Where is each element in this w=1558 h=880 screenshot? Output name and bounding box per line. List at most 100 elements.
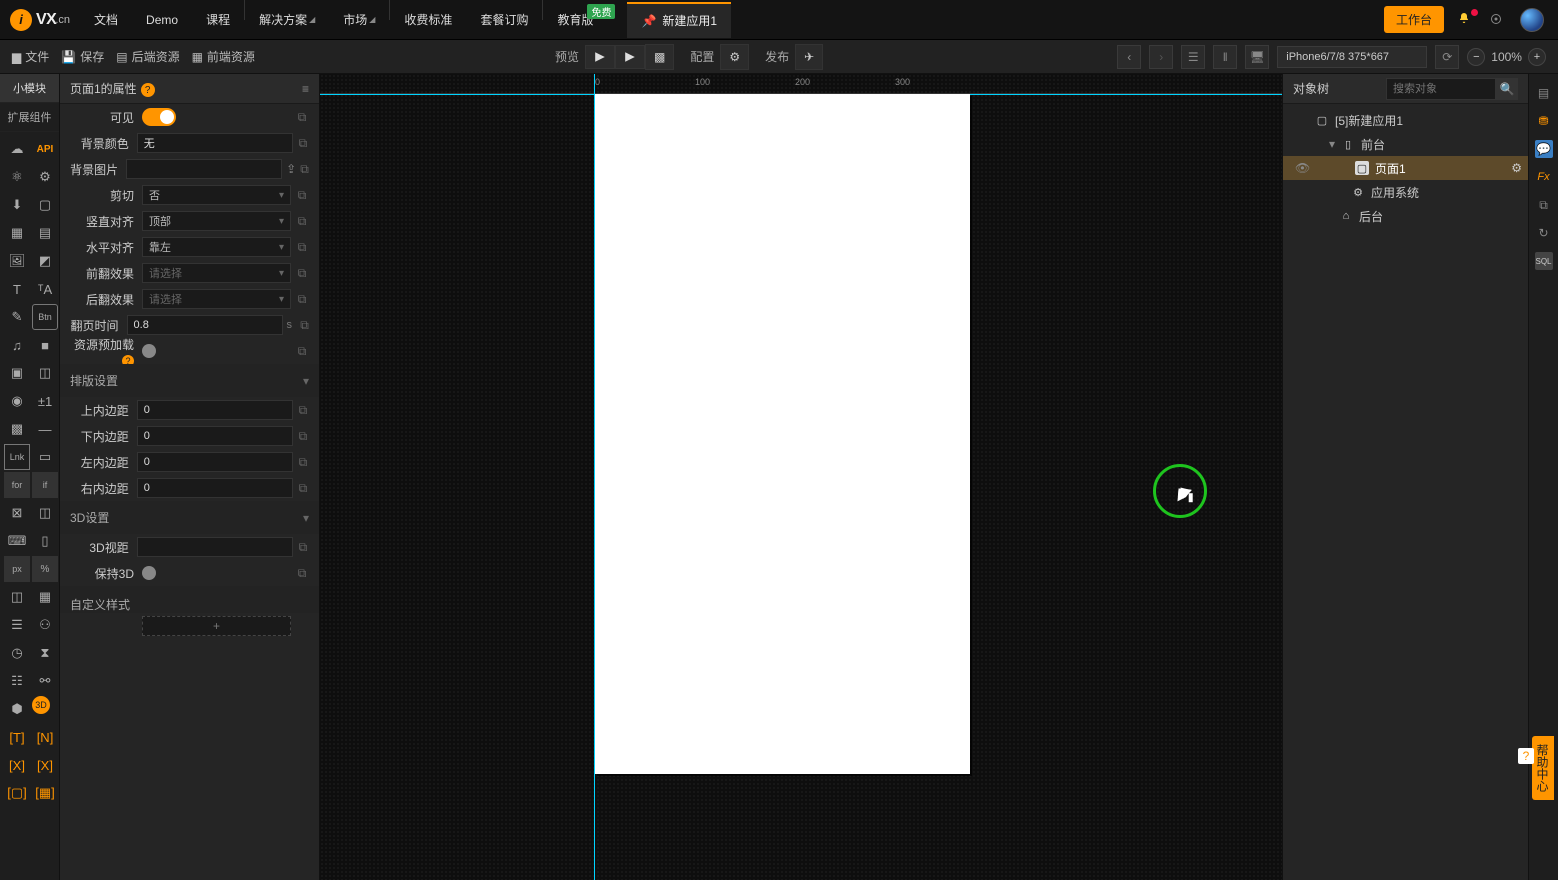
tool-tab-modules[interactable]: 小模块	[0, 74, 59, 103]
qr-button[interactable]: ▩	[645, 44, 674, 70]
section-3d[interactable]: 3D设置▾	[60, 501, 319, 534]
add-style-button[interactable]: +	[142, 616, 291, 636]
tree-page[interactable]: 👁 ▢ 页面1 ⚙	[1283, 156, 1528, 180]
orient-icon[interactable]: ⟳	[1435, 45, 1459, 69]
tool-edit-icon[interactable]: ✎	[4, 304, 30, 330]
tool-qrscan-icon[interactable]: ▩	[4, 416, 30, 442]
copy-icon[interactable]: ⧉	[293, 403, 313, 418]
settings-wheel-icon[interactable]	[1490, 12, 1506, 28]
copy-icon[interactable]: ⧉	[291, 344, 313, 359]
play-button[interactable]	[585, 45, 615, 69]
input-pr[interactable]	[137, 478, 293, 498]
tool-mobile-icon[interactable]: ▯	[32, 528, 58, 554]
copy-icon[interactable]: ⧉	[291, 566, 313, 581]
tool-grid3-icon[interactable]: ▦	[32, 584, 58, 610]
nav-plans[interactable]: 套餐订购	[466, 0, 542, 39]
play-alt-button[interactable]	[615, 45, 645, 69]
tool-px-icon[interactable]: px	[4, 556, 30, 582]
copy-icon[interactable]: ⧉	[291, 214, 313, 229]
tool-graph-icon[interactable]: ⚛	[4, 164, 30, 190]
tool-n-br-icon[interactable]: [N]	[32, 724, 58, 750]
copy-icon[interactable]: ⧉	[296, 162, 313, 177]
nav-course[interactable]: 课程	[192, 0, 244, 39]
tool-pm-icon[interactable]: ±1	[32, 388, 58, 414]
tool-layers-icon[interactable]: ◫	[32, 500, 58, 526]
device-select[interactable]: iPhone6/7/8 375*667	[1277, 46, 1427, 68]
tool-3d-icon[interactable]: 3D	[32, 696, 50, 714]
tree-back[interactable]: ⌂ 后台	[1283, 204, 1528, 228]
select-fxout[interactable]: 请选择▾	[142, 289, 291, 309]
strip-layers-icon[interactable]: ▤	[1535, 84, 1553, 102]
zoom-out[interactable]: −	[1467, 48, 1485, 66]
tool-calendar-icon[interactable]: ▦	[4, 220, 30, 246]
tool-percent-icon[interactable]: %	[32, 556, 58, 582]
tool-grid2-icon[interactable]: ▣	[4, 360, 30, 386]
copy-icon[interactable]: ⧉	[291, 240, 313, 255]
tool-fence-icon[interactable]: ☷	[4, 668, 30, 694]
tool-box-icon[interactable]: ▭	[32, 444, 58, 470]
tool-api-icon[interactable]: API	[32, 136, 58, 162]
layout-toggle-1[interactable]: ☰	[1181, 45, 1205, 69]
phone-canvas[interactable]	[595, 94, 970, 774]
logo[interactable]: i VX .cn	[0, 9, 80, 31]
tool-link-icon[interactable]: Lnk	[4, 444, 30, 470]
tree-root[interactable]: ▢ [5]新建应用1	[1283, 108, 1528, 132]
nav-pricing[interactable]: 收费标准	[390, 0, 466, 39]
section-layout[interactable]: 排版设置▾	[60, 364, 319, 397]
select-clip[interactable]: 否▾	[142, 185, 291, 205]
file-menu[interactable]: ▆文件	[12, 48, 49, 65]
strip-db-icon[interactable]: ⛃	[1535, 112, 1553, 130]
nav-market[interactable]: 市场◢	[329, 0, 389, 39]
console-button[interactable]: 工作台	[1384, 6, 1444, 33]
input-pt[interactable]	[137, 400, 293, 420]
tool-tab-extend[interactable]: 扩展组件	[0, 103, 59, 132]
nav-docs[interactable]: 文档	[80, 0, 132, 39]
copy-icon[interactable]: ⧉	[291, 188, 313, 203]
tool-cube-icon[interactable]: ⬢	[4, 696, 30, 722]
copy-icon[interactable]: ⧉	[293, 429, 313, 444]
copy-icon[interactable]: ⧉	[291, 266, 313, 281]
copy-icon[interactable]: ⧉	[293, 455, 313, 470]
strip-sql-icon[interactable]: SQL	[1535, 252, 1553, 270]
avatar[interactable]	[1520, 8, 1544, 32]
backend-res[interactable]: ▤后端资源	[116, 48, 179, 65]
toggle-preload[interactable]	[142, 344, 156, 358]
help-tab[interactable]: 帮助中心 ?	[1532, 736, 1554, 800]
tool-music-icon[interactable]: ♫	[4, 332, 30, 358]
input-fliptime[interactable]	[127, 315, 283, 335]
tool-doc-icon[interactable]: ▢	[32, 192, 58, 218]
select-fxin[interactable]: 请选择▾	[142, 263, 291, 283]
strip-refresh-icon[interactable]: ↻	[1535, 224, 1553, 242]
strip-copy-icon[interactable]: ⧉	[1535, 196, 1553, 214]
frontend-res[interactable]: ▦前端资源	[192, 48, 255, 65]
tool-line-icon[interactable]: —	[32, 416, 58, 442]
input-bgcolor[interactable]	[137, 133, 293, 153]
device-icon[interactable]: 🖥	[1245, 45, 1269, 69]
tool-box-br-icon[interactable]: [▢]	[4, 780, 30, 806]
canvas[interactable]: 0 100 200 300	[320, 74, 1282, 880]
nav-back[interactable]: ‹	[1117, 45, 1141, 69]
tool-shape-icon[interactable]: ◩	[32, 248, 58, 274]
toggle-keep3d[interactable]	[142, 566, 156, 580]
tool-grid-br-icon[interactable]: [▦]	[32, 780, 58, 806]
app-tab[interactable]: 📌 新建应用1	[627, 2, 731, 38]
zoom-in[interactable]: +	[1528, 48, 1546, 66]
publish-button[interactable]: ✈	[795, 44, 823, 70]
copy-icon[interactable]: ⧉	[291, 110, 313, 125]
copy-icon[interactable]: ⧉	[291, 292, 313, 307]
tool-gear-icon[interactable]: ⚙	[32, 164, 58, 190]
input-pb[interactable]	[137, 426, 293, 446]
tool-image-icon[interactable]: 🖼	[4, 248, 30, 274]
bell-icon[interactable]	[1458, 11, 1476, 29]
select-valign[interactable]: 顶部▾	[142, 211, 291, 231]
tool-circle-icon[interactable]: ◉	[4, 388, 30, 414]
tree-front[interactable]: ▾ ▯ 前台	[1283, 132, 1528, 156]
layout-toggle-2[interactable]: ‖	[1213, 45, 1237, 69]
tool-tree2-icon[interactable]: ⚯	[32, 668, 58, 694]
nav-fwd[interactable]: ›	[1149, 45, 1173, 69]
nav-demo[interactable]: Demo	[132, 0, 192, 39]
input-pl[interactable]	[137, 452, 293, 472]
help-icon[interactable]: ?	[141, 83, 155, 97]
props-menu-icon[interactable]: ≡	[302, 82, 309, 96]
tool-cols-icon[interactable]: ◫	[4, 584, 30, 610]
